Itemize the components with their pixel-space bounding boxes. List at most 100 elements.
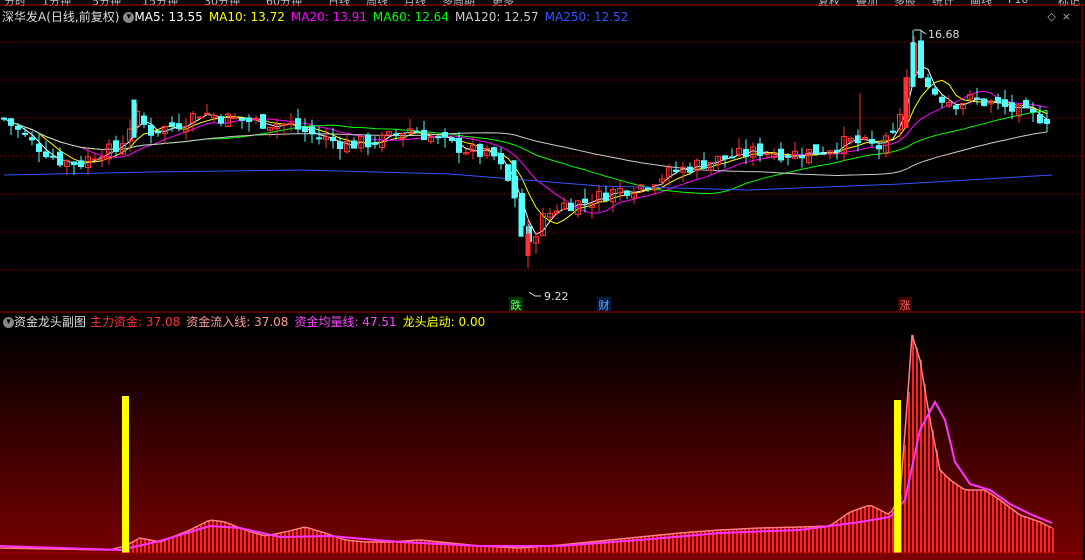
money-bar	[964, 489, 966, 553]
candle-body	[414, 131, 420, 134]
min-price-label: 9.22	[544, 290, 569, 303]
money-bar	[188, 530, 190, 553]
money-bar	[272, 534, 274, 553]
money-bar	[864, 507, 866, 553]
candle-body	[764, 153, 770, 156]
stock-chart-window: 分时1分钟5分钟15分钟30分钟60分钟日线周线月线多周期更多 复权叠加多股统计…	[0, 0, 1085, 560]
money-bar	[940, 470, 942, 553]
candle-body	[981, 98, 987, 106]
money-bar	[528, 547, 530, 553]
money-bar	[1032, 519, 1034, 553]
money-bar	[1052, 528, 1054, 553]
candle-body	[498, 153, 504, 165]
money-bar	[360, 541, 362, 553]
money-bar	[192, 529, 194, 553]
money-bar	[920, 360, 922, 553]
candle-body	[673, 169, 679, 173]
money-bar	[1016, 512, 1018, 553]
candle-body	[939, 96, 945, 103]
money-bar	[868, 505, 870, 553]
money-bar	[544, 546, 546, 553]
max-price-label: 16.68	[928, 28, 960, 41]
signal-marker: 财	[599, 298, 610, 312]
money-bar	[300, 528, 302, 553]
candle-body	[701, 160, 707, 169]
candle-body	[449, 137, 455, 142]
candle-body	[15, 125, 21, 130]
money-bar	[968, 490, 970, 553]
money-bar	[536, 546, 538, 553]
money-bar	[976, 490, 978, 553]
candle-body	[316, 137, 322, 140]
candle-body	[757, 143, 763, 156]
money-bar	[260, 534, 262, 553]
candle-body	[925, 77, 931, 88]
candle-body	[743, 148, 749, 157]
candle-body	[113, 140, 119, 152]
money-bar	[928, 408, 930, 553]
candle-body	[603, 192, 609, 202]
candle-body	[778, 148, 784, 161]
money-bar	[392, 541, 394, 553]
candle-body	[288, 122, 294, 125]
money-bar	[988, 492, 990, 553]
money-bar	[860, 508, 862, 553]
money-bar	[268, 535, 270, 553]
candle-body	[903, 77, 909, 129]
candle-body	[813, 144, 819, 155]
money-bar	[824, 526, 826, 553]
money-bar	[172, 537, 174, 553]
candle-body	[29, 137, 35, 141]
candle-body	[1030, 108, 1036, 113]
chart-canvas[interactable]: 16.68 9.22 跌 财 涨	[0, 0, 1085, 560]
money-bar	[384, 542, 386, 553]
money-bar	[496, 546, 498, 553]
money-bar	[996, 497, 998, 553]
candle-body	[645, 187, 651, 190]
candle-body	[365, 134, 371, 148]
money-bar	[156, 541, 158, 553]
money-bar	[992, 494, 994, 553]
candle-body	[974, 97, 980, 100]
candle-body	[176, 123, 182, 129]
money-bar	[292, 530, 294, 553]
money-bar	[308, 527, 310, 553]
launch-signal-bar	[894, 400, 901, 553]
money-bar	[248, 530, 250, 553]
money-bar	[1020, 515, 1022, 553]
moving-averages	[3, 65, 1053, 236]
money-bar	[972, 490, 974, 553]
money-bar	[1000, 500, 1002, 553]
candle-body	[351, 140, 357, 149]
candle-body	[785, 155, 791, 158]
candle-body	[43, 151, 49, 158]
candle-body	[505, 164, 511, 181]
candle-body	[953, 105, 959, 110]
money-bar	[356, 541, 358, 553]
money-bar	[160, 542, 162, 553]
money-bar	[852, 511, 854, 553]
money-bar	[348, 540, 350, 553]
money-bar	[244, 529, 246, 553]
money-bar	[396, 541, 398, 553]
candle-body	[442, 132, 448, 138]
money-bar	[176, 535, 178, 553]
candle-body	[57, 151, 63, 166]
money-bar	[316, 530, 318, 553]
money-bar	[1048, 526, 1050, 553]
candle-body	[218, 116, 224, 124]
money-bar	[284, 532, 286, 553]
candle-body	[239, 117, 245, 121]
money-bar	[492, 546, 494, 553]
candle-body	[477, 144, 483, 157]
money-bar	[960, 486, 962, 553]
candle-body	[302, 126, 308, 132]
min-pointer	[528, 291, 541, 297]
candle-body	[995, 97, 1001, 103]
candle-body	[932, 88, 938, 95]
money-bar	[956, 484, 958, 553]
money-bar	[252, 532, 254, 553]
money-bar	[816, 526, 818, 553]
money-bar	[240, 528, 242, 553]
money-bar	[1004, 503, 1006, 553]
